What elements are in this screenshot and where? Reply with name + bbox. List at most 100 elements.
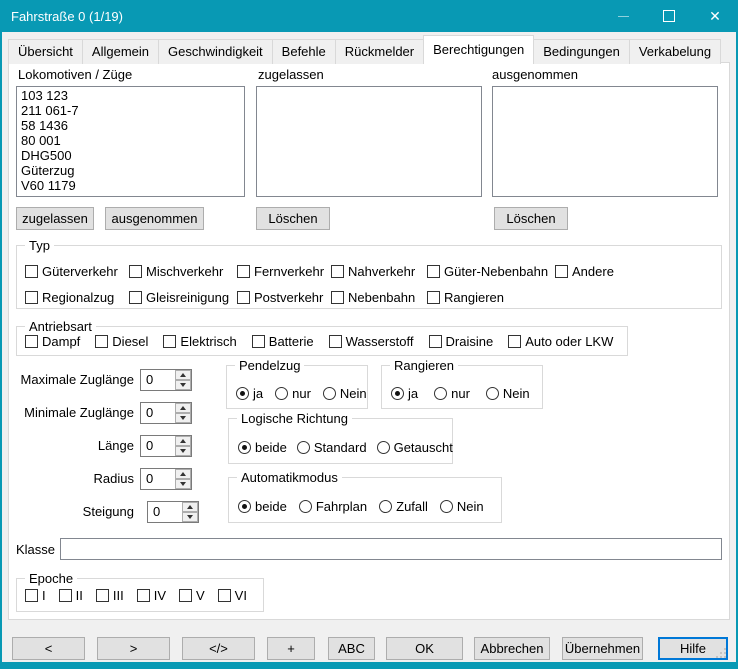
tab-uebersicht[interactable]: Übersicht — [8, 39, 83, 64]
help-button[interactable]: Hilfe — [658, 637, 728, 660]
radio-richtung-beide[interactable]: beide — [238, 440, 287, 455]
checkbox-regionalzug[interactable]: Regionalzug — [25, 290, 129, 305]
spinner-radius[interactable]: 0 — [140, 468, 192, 490]
radio-label: Nein — [503, 386, 530, 401]
spinner-maximale-zuglaenge[interactable]: 0 — [140, 369, 192, 391]
spinner-minimale-zuglaenge[interactable]: 0 — [140, 402, 192, 424]
radio-icon — [377, 441, 390, 454]
tab-verkabelung[interactable]: Verkabelung — [629, 39, 721, 64]
ok-button[interactable]: OK — [386, 637, 463, 660]
spinner-down-button[interactable] — [175, 413, 191, 423]
ausgenommen-button[interactable]: ausgenommen — [105, 207, 204, 230]
add-button[interactable]: + — [267, 637, 315, 660]
checkbox-gueter-nebenbahn[interactable]: Güter-Nebenbahn — [427, 264, 555, 279]
tab-befehle[interactable]: Befehle — [272, 39, 336, 64]
radio-pendelzug-ja[interactable]: ja — [236, 386, 263, 401]
cancel-button[interactable]: Abbrechen — [474, 637, 550, 660]
spinner-steigung[interactable]: 0 — [147, 501, 199, 523]
checkbox-epoche-2[interactable]: II — [59, 588, 83, 603]
tab-allgemein[interactable]: Allgemein — [82, 39, 159, 64]
spinner-down-button[interactable] — [175, 446, 191, 456]
checkbox-nahverkehr[interactable]: Nahverkehr — [331, 264, 427, 279]
spinner-up-button[interactable] — [175, 469, 191, 479]
list-item[interactable]: 58 1436 — [17, 118, 244, 133]
list-item[interactable]: DHG500 — [17, 148, 244, 163]
checkbox-diesel[interactable]: Diesel — [95, 334, 148, 349]
checkbox-nebenbahn[interactable]: Nebenbahn — [331, 290, 427, 305]
spinner-laenge[interactable]: 0 — [140, 435, 192, 457]
checkbox-epoche-6[interactable]: VI — [218, 588, 247, 603]
down-arrow-icon — [180, 416, 186, 420]
checkbox-label: I — [42, 588, 46, 603]
checkbox-auto-oder-lkw[interactable]: Auto oder LKW — [508, 334, 613, 349]
list-item[interactable]: Güterzug — [17, 163, 244, 178]
list-item[interactable]: 80 001 — [17, 133, 244, 148]
next-button[interactable]: > — [97, 637, 170, 660]
checkbox-fernverkehr[interactable]: Fernverkehr — [237, 264, 331, 279]
checkbox-gueterverkehr[interactable]: Güterverkehr — [25, 264, 129, 279]
spinner-down-button[interactable] — [175, 479, 191, 489]
lokomotiven-list[interactable]: 103 123 211 061-7 58 1436 80 001 DHG500 … — [16, 86, 245, 197]
radio-automatik-beide[interactable]: beide — [238, 499, 287, 514]
spinner-value: 0 — [141, 436, 175, 456]
spinner-up-button[interactable] — [182, 502, 198, 512]
maximize-button[interactable] — [646, 0, 692, 32]
radio-richtung-standard[interactable]: Standard — [297, 440, 367, 455]
resize-grip[interactable] — [724, 656, 726, 658]
prev-button[interactable]: < — [12, 637, 85, 660]
radio-pendelzug-nur[interactable]: nur — [275, 386, 311, 401]
epoche-group-label: Epoche — [25, 571, 77, 586]
list-item[interactable]: V60 1179 — [17, 178, 244, 193]
tab-geschwindigkeit[interactable]: Geschwindigkeit — [158, 39, 273, 64]
ausgenommen-list[interactable] — [492, 86, 718, 197]
checkbox-epoche-1[interactable]: I — [25, 588, 46, 603]
checkbox-elektrisch[interactable]: Elektrisch — [163, 334, 236, 349]
checkbox-rangieren[interactable]: Rangieren — [427, 290, 555, 305]
klasse-input[interactable] — [60, 538, 722, 560]
close-button[interactable]: ✕ — [692, 0, 738, 32]
radio-automatik-zufall[interactable]: Zufall — [379, 499, 428, 514]
code-button[interactable]: </> — [182, 637, 255, 660]
checkbox-gleisreinigung[interactable]: Gleisreinigung — [129, 290, 237, 305]
spinner-label-steigung: Steigung — [16, 504, 134, 519]
minimize-button[interactable] — [600, 0, 646, 32]
radio-automatik-nein[interactable]: Nein — [440, 499, 484, 514]
radio-rangieren-ja[interactable]: ja — [391, 386, 418, 401]
spinner-down-button[interactable] — [175, 380, 191, 390]
list-item[interactable]: 103 123 — [17, 88, 244, 103]
loeschen-zugelassen-button[interactable]: Löschen — [256, 207, 330, 230]
checkbox-dampf[interactable]: Dampf — [25, 334, 80, 349]
checkbox-mischverkehr[interactable]: Mischverkehr — [129, 264, 237, 279]
down-arrow-icon — [187, 515, 193, 519]
spinner-up-button[interactable] — [175, 370, 191, 380]
checkbox-epoche-4[interactable]: IV — [137, 588, 166, 603]
checkbox-draisine[interactable]: Draisine — [429, 334, 494, 349]
checkbox-epoche-3[interactable]: III — [96, 588, 124, 603]
apply-button[interactable]: Übernehmen — [562, 637, 643, 660]
radio-automatik-fahrplan[interactable]: Fahrplan — [299, 499, 367, 514]
checkbox-postverkehr[interactable]: Postverkehr — [237, 290, 331, 305]
checkbox-wasserstoff[interactable]: Wasserstoff — [329, 334, 414, 349]
up-arrow-icon — [180, 439, 186, 443]
radio-richtung-getauscht[interactable]: Getauscht — [377, 440, 453, 455]
abc-button[interactable]: ABC — [328, 637, 375, 660]
spinner-down-button[interactable] — [182, 512, 198, 522]
tab-rueckmelder[interactable]: Rückmelder — [335, 39, 424, 64]
spinner-up-button[interactable] — [175, 436, 191, 446]
checkbox-batterie[interactable]: Batterie — [252, 334, 314, 349]
zugelassen-list[interactable] — [256, 86, 482, 197]
checkbox-andere[interactable]: Andere — [555, 264, 721, 279]
list-item[interactable]: 211 061-7 — [17, 103, 244, 118]
tab-bedingungen[interactable]: Bedingungen — [533, 39, 630, 64]
tab-bar: Übersicht Allgemein Geschwindigkeit Befe… — [8, 35, 721, 64]
zugelassen-button[interactable]: zugelassen — [16, 207, 94, 230]
checkbox-epoche-5[interactable]: V — [179, 588, 205, 603]
radio-rangieren-nur[interactable]: nur — [434, 386, 470, 401]
checkbox-icon — [129, 265, 142, 278]
loeschen-ausgenommen-button[interactable]: Löschen — [494, 207, 568, 230]
spinner-up-button[interactable] — [175, 403, 191, 413]
radio-pendelzug-nein[interactable]: Nein — [323, 386, 367, 401]
spinner-value: 0 — [148, 502, 182, 522]
radio-rangieren-nein[interactable]: Nein — [486, 386, 530, 401]
tab-berechtigungen[interactable]: Berechtigungen — [423, 35, 534, 64]
